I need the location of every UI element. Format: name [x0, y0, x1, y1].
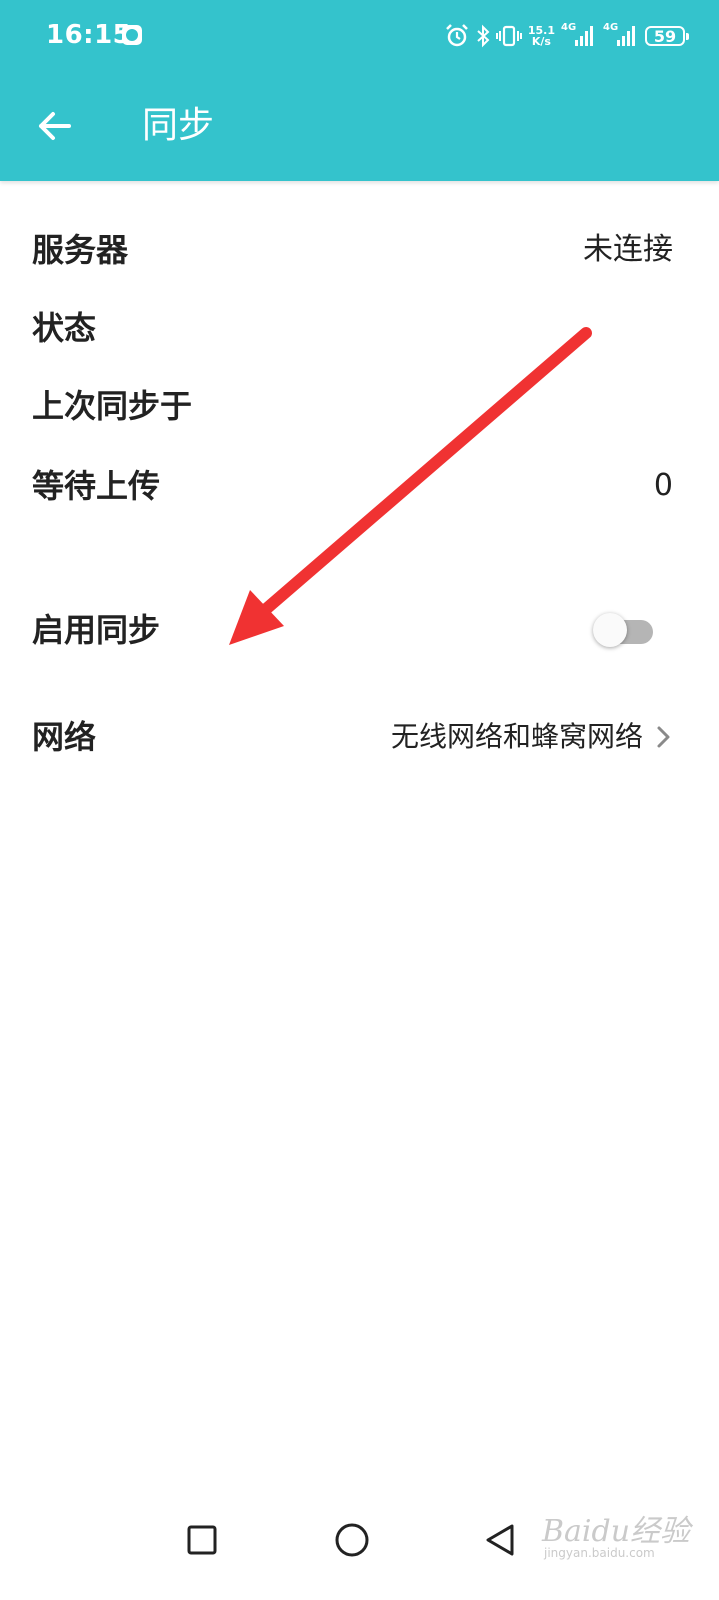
enable-sync-label: 启用同步 [32, 611, 161, 649]
status-time: 16:15 [46, 20, 132, 50]
app-notification-icon [122, 25, 142, 45]
battery-indicator: 59 [645, 26, 689, 46]
vibrate-icon [495, 20, 522, 52]
setting-row-pending-upload: 等待上传 0 [0, 450, 719, 522]
setting-row-server[interactable]: 服务器 未连接 [0, 214, 719, 286]
server-value: 未连接 [583, 232, 673, 267]
network-label: 网络 [32, 718, 97, 756]
recents-square-icon [187, 1525, 217, 1555]
nav-back-button[interactable] [470, 1510, 530, 1570]
network-speed: 15.1 K/s [528, 20, 555, 52]
setting-row-status: 状态 [0, 292, 719, 364]
status-label: 状态 [32, 309, 97, 347]
toggle-thumb [593, 613, 627, 647]
signal-type-label: 4G [603, 22, 619, 33]
home-circle-icon [335, 1523, 369, 1557]
pending-upload-label: 等待上传 [32, 467, 161, 505]
arrow-left-icon [39, 112, 71, 140]
back-button[interactable] [26, 102, 82, 150]
recents-button[interactable] [172, 1510, 232, 1570]
header: 16:15 15.1 K/s 4G 4G 59 同步 [0, 0, 719, 181]
server-label: 服务器 [32, 231, 129, 269]
setting-row-enable-sync[interactable]: 启用同步 [0, 594, 719, 666]
last-sync-label: 上次同步于 [32, 387, 193, 425]
pending-upload-value: 0 [653, 468, 673, 503]
navigation-bar [0, 1480, 719, 1600]
page-title: 同步 [142, 105, 215, 146]
setting-row-network[interactable]: 网络 无线网络和蜂窝网络 [0, 701, 719, 773]
signal-icon: 4G [561, 20, 597, 52]
bluetooth-icon [476, 20, 490, 52]
signal-type-label: 4G [561, 22, 577, 33]
network-value: 无线网络和蜂窝网络 [390, 720, 643, 753]
status-bar: 16:15 15.1 K/s 4G 4G 59 [0, 0, 719, 76]
app-bar: 同步 [0, 76, 719, 181]
back-triangle-icon [486, 1524, 514, 1556]
setting-row-last-sync: 上次同步于 [0, 370, 719, 442]
network-speed-unit: K/s [531, 35, 551, 48]
chevron-right-icon [657, 726, 670, 748]
battery-level: 59 [653, 26, 677, 46]
alarm-icon [444, 20, 470, 52]
enable-sync-toggle[interactable] [593, 611, 653, 649]
signal-icon: 4G [603, 20, 639, 52]
status-icons: 15.1 K/s 4G 4G 59 [444, 20, 691, 52]
home-button[interactable] [322, 1510, 382, 1570]
